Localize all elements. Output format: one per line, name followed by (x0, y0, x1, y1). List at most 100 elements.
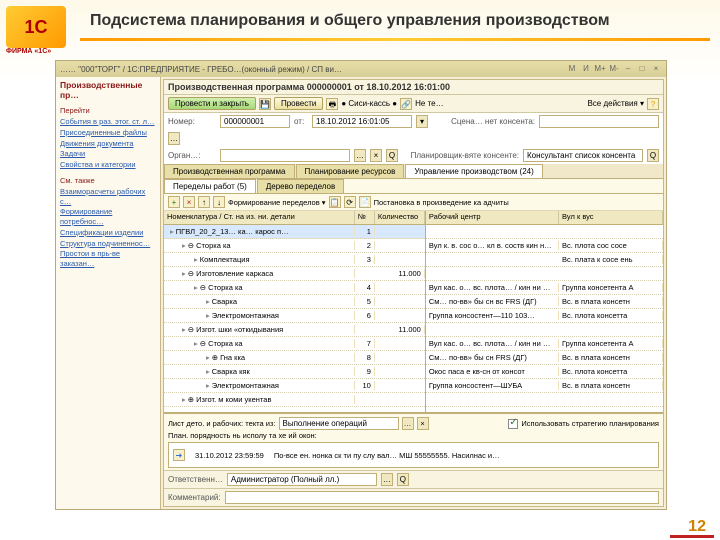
slide-title: Подсистема планирования и общего управле… (90, 12, 610, 30)
sidebar-link[interactable]: Свойства и категории (60, 160, 156, 170)
post-button[interactable]: Провести (274, 97, 323, 110)
planner-open-icon[interactable]: Q (647, 149, 659, 162)
sidebar-header: Производственные пр… (60, 80, 156, 100)
table-row[interactable]: Группа консостент—ШУБАВс. в плата консет… (426, 379, 663, 393)
col-nomenclature[interactable]: Номенклатура / Ст. на из. ни. детали (164, 211, 355, 224)
list-clear-icon[interactable]: × (417, 417, 429, 430)
table-row[interactable] (426, 267, 663, 281)
comment-input[interactable] (225, 491, 659, 504)
responsible-open-icon[interactable]: Q (397, 473, 409, 486)
table-row[interactable]: ▸⊖ Сторка ка4 (164, 281, 425, 295)
sidebar-link[interactable]: Задачи (60, 149, 156, 159)
arrow-icon[interactable]: ➔ (173, 449, 185, 461)
date-picker-icon[interactable]: ▾ (416, 115, 428, 128)
org-open-icon[interactable]: Q (386, 149, 398, 162)
print-icon[interactable]: 🖶 (326, 98, 338, 110)
table-row[interactable]: ▸Сварка5 (164, 295, 425, 309)
org-clear-icon[interactable]: × (370, 149, 382, 162)
table-row[interactable]: Вул кас. о… вс. плота… / кин ни А…Группа… (426, 281, 663, 295)
add-icon[interactable]: + (168, 196, 180, 208)
tab-management[interactable]: Управление производством (24) (405, 164, 542, 178)
list-input[interactable] (279, 417, 399, 430)
scenario-input[interactable] (539, 115, 659, 128)
table-row[interactable]: Вс. плата к сосе ень (426, 253, 663, 267)
help-icon[interactable]: ? (647, 98, 659, 110)
number-input[interactable] (220, 115, 290, 128)
col-workcenter[interactable]: Рабочий центр (426, 211, 559, 224)
table-row[interactable]: Окос паса е кв-сн от консотВс. плота кон… (426, 365, 663, 379)
sidebar-link[interactable]: События в раз. этог. ст. л… (60, 117, 156, 127)
titlebar-mplus-icon[interactable]: М+ (594, 64, 606, 74)
tab-planning[interactable]: Планирование ресурсов (296, 164, 405, 178)
list-select-icon[interactable]: … (402, 417, 414, 430)
save-icon[interactable]: 💾 (259, 98, 271, 110)
sidebar-link[interactable]: Структура подчиненнос… (60, 239, 156, 249)
titlebar-m-icon[interactable]: М (566, 64, 578, 74)
sub-tabs: Переделы работ (5) Дерево переделов (164, 179, 663, 194)
sidebar-link[interactable]: Простои в прь-ве заказан… (60, 249, 156, 269)
table-row[interactable] (426, 225, 663, 239)
table-row[interactable] (426, 393, 663, 407)
table-row[interactable]: Вул к. в. сос о… кл в. соств кин ни АВс.… (426, 239, 663, 253)
col-qty[interactable]: Количество (375, 211, 425, 224)
table-row[interactable]: ▸⊕ Изгот. м коми укентав (164, 393, 425, 407)
org-select-icon[interactable]: … (354, 149, 366, 162)
col-vul[interactable]: Вул к вус (559, 211, 663, 224)
minimize-icon[interactable]: – (622, 64, 634, 74)
responsible-select-icon[interactable]: … (381, 473, 393, 486)
table-row[interactable]: См… по-вв» бы сн FRS (ДГ)Вс. в плата кон… (426, 351, 663, 365)
number-label: Номер: (168, 117, 216, 126)
titlebar-i-icon[interactable]: И (580, 64, 592, 74)
sub-toolbar: + × ↑ ↓ Формирование переделов ▾ 📋 ⟳ 📄 П… (164, 194, 663, 211)
link-icon[interactable]: 🔗 (400, 98, 412, 110)
title-underline (80, 38, 710, 41)
date-input[interactable] (312, 115, 412, 128)
table-row[interactable]: ▸Комплектация3 (164, 253, 425, 267)
table-row[interactable]: Вул кас. о… вс. плота… / кин ни А…Группа… (426, 337, 663, 351)
sidebar-link[interactable]: Формирование потребнос… (60, 207, 156, 227)
table-row[interactable]: ▸⊖ Изготовление каркаса11.000 (164, 267, 425, 281)
table-row[interactable]: ▸⊖ Изгот. шки «откидывания11.000 (164, 323, 425, 337)
table-row[interactable]: ▸⊖ Сторка ка7 (164, 337, 425, 351)
tool-icon-2[interactable]: ⟳ (344, 196, 356, 208)
form-redelov-dropdown[interactable]: Формирование переделов ▾ (228, 198, 326, 207)
mini-grid[interactable]: ➔ 31.10.2012 23:59:59 По-все ен. нонка с… (168, 442, 659, 468)
table-row[interactable]: ▸Электромонтажная10 (164, 379, 425, 393)
table-row[interactable]: ▸Сварка кяк9 (164, 365, 425, 379)
titlebar-mminus-icon[interactable]: М- (608, 64, 620, 74)
sidebar-link[interactable]: Спецификации изделии (60, 228, 156, 238)
delete-icon[interactable]: × (183, 196, 195, 208)
table-row[interactable]: См… по-вв» бы сн вс FRS (ДГ)Вс. в плата … (426, 295, 663, 309)
up-icon[interactable]: ↑ (198, 196, 210, 208)
maximize-icon[interactable]: □ (636, 64, 648, 74)
down-icon[interactable]: ↓ (213, 196, 225, 208)
table-row[interactable]: ▸⊕ Гна кка8 (164, 351, 425, 365)
app-window: …… "000"ТОРГ" / 1С:ПРЕДПРИЯТИЕ - ГРЕБО…(… (55, 60, 667, 510)
table-row[interactable] (426, 323, 663, 337)
sidebar-link[interactable]: Движения документа (60, 139, 156, 149)
all-actions-dropdown[interactable]: Все действия ▾ (587, 99, 644, 108)
scenario-select-icon[interactable]: … (168, 132, 180, 145)
sidebar-link[interactable]: Присоединенные файлы (60, 128, 156, 138)
sidebar-link[interactable]: Взаиморасчеты рабочих с… (60, 187, 156, 207)
post-and-close-button[interactable]: Провести и закрыть (168, 97, 256, 110)
col-number[interactable]: № (355, 211, 375, 224)
planner-input[interactable] (523, 149, 643, 162)
tool-icon-1[interactable]: 📋 (329, 196, 341, 208)
close-icon[interactable]: × (650, 64, 662, 74)
table-row[interactable]: ▸ПГВЛ_20_2_13… ка… карос п…1 (164, 225, 425, 239)
mini-text: По-все ен. нонка ск ти пу слу вал… МШ 55… (274, 451, 500, 460)
main-tabs: Производственная программа Планирование … (164, 164, 663, 179)
org-input[interactable] (220, 149, 350, 162)
tab-program[interactable]: Производственная программа (164, 164, 295, 178)
use-strategy-checkbox[interactable] (508, 419, 518, 429)
table-row[interactable]: ▸⊖ Сторка ка2 (164, 239, 425, 253)
subtab-list[interactable]: Переделы работ (5) (164, 179, 256, 193)
cashcard-label: ● Сиси-кассь ● (341, 99, 397, 108)
subtab-tree[interactable]: Дерево переделов (257, 179, 344, 193)
document-content: Производственная программа 000000001 от … (163, 79, 664, 507)
table-row[interactable]: ▸Электромонтажная6 (164, 309, 425, 323)
table-row[interactable]: Группа консостент—110 103…Вс. плота конс… (426, 309, 663, 323)
tool-icon-3[interactable]: 📄 (359, 196, 371, 208)
responsible-input[interactable] (227, 473, 377, 486)
